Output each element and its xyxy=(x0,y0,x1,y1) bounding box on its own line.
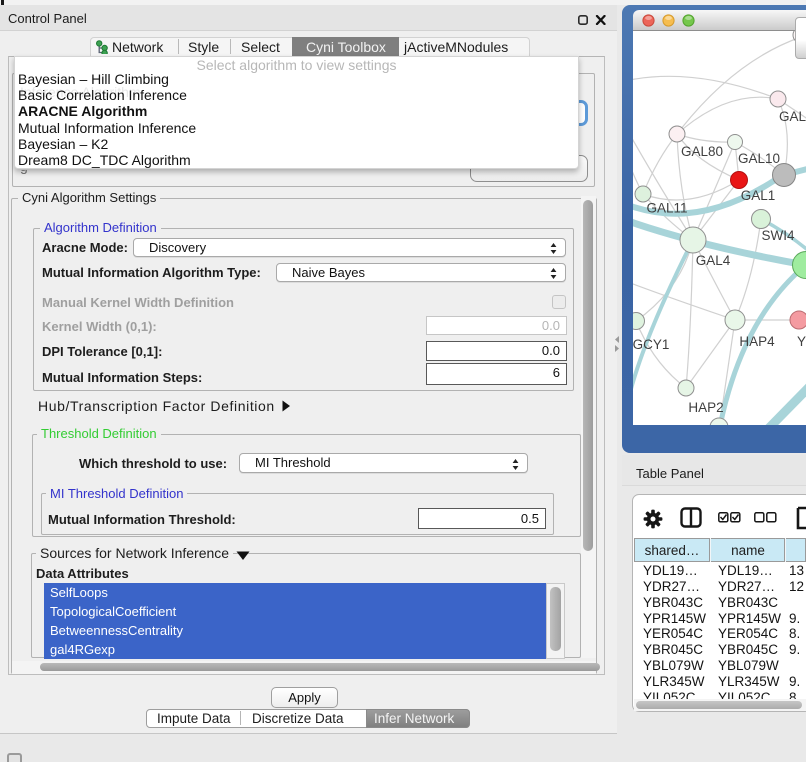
svg-text:GAL1: GAL1 xyxy=(741,188,776,203)
svg-text:GAL11: GAL11 xyxy=(646,201,687,216)
svg-text:SWI4: SWI4 xyxy=(761,228,794,243)
svg-text:HAP4: HAP4 xyxy=(739,334,775,349)
svg-text:HAP2: HAP2 xyxy=(688,400,723,415)
svg-text:YJL157C: YJL157C xyxy=(797,334,806,349)
svg-text:GAL80: GAL80 xyxy=(681,144,723,159)
svg-text:GAL10: GAL10 xyxy=(738,151,780,166)
svg-text:GAL4: GAL4 xyxy=(696,253,731,268)
svg-text:GCY1: GCY1 xyxy=(633,337,669,352)
svg-text:GAL7: GAL7 xyxy=(779,109,806,124)
